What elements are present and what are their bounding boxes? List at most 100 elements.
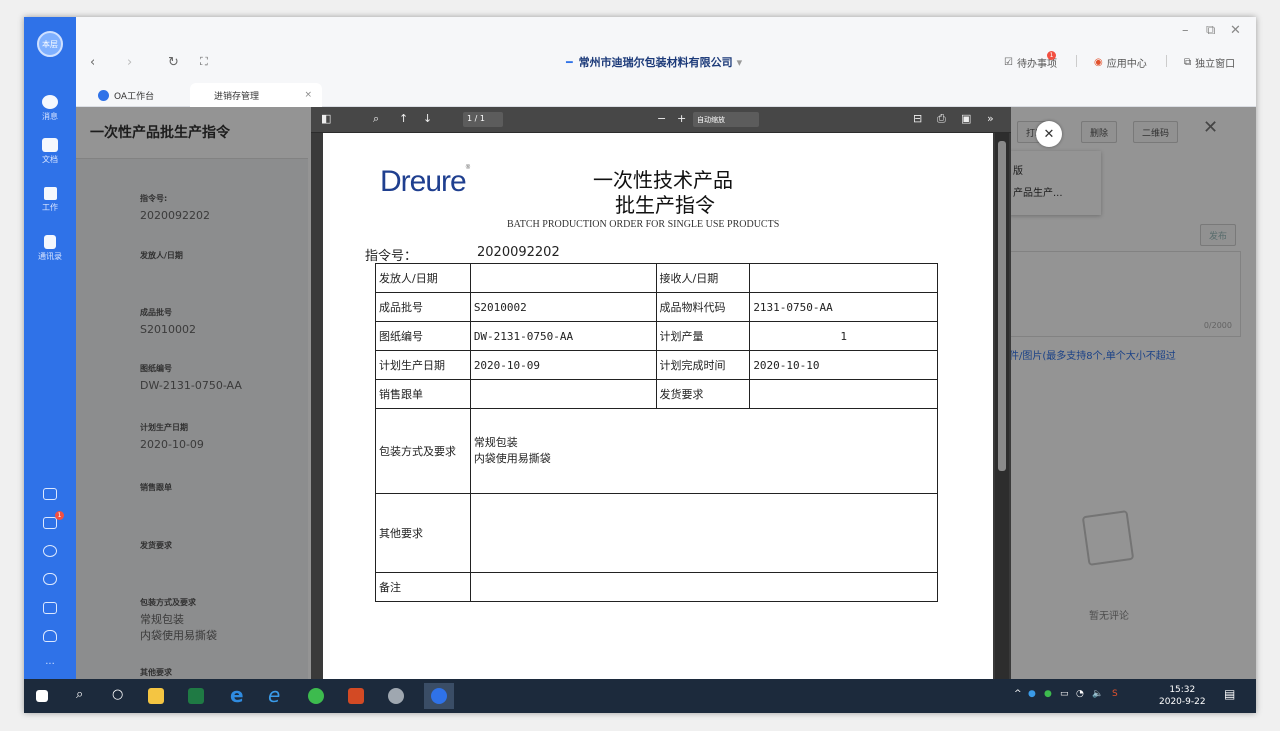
taskbar-clock[interactable]: 15:32 2020-9-22 bbox=[1159, 684, 1206, 708]
rail-flash[interactable] bbox=[24, 545, 76, 557]
oa-icon bbox=[98, 89, 109, 101]
table-row: 发放人/日期 接收人/日期 bbox=[375, 263, 938, 293]
rail-item-work[interactable]: 工作 bbox=[24, 187, 76, 213]
lightning-icon bbox=[43, 545, 57, 557]
table-row: 包装方式及要求 常规包装 内袋使用易撕袋 bbox=[375, 408, 939, 494]
dingtalk-icon[interactable] bbox=[431, 688, 447, 704]
table-row: 计划生产日期 2020-10-09 计划完成时间 2020-10-10 bbox=[375, 350, 938, 380]
close-window-icon[interactable]: ✕ bbox=[1230, 23, 1241, 38]
tray-wifi-icon[interactable]: ◔ bbox=[1076, 689, 1084, 699]
phone-icon bbox=[43, 573, 57, 585]
excel-icon[interactable] bbox=[188, 688, 204, 704]
company-logo-icon: ━ bbox=[566, 56, 573, 69]
download-icon[interactable]: ▣ bbox=[961, 112, 971, 125]
app-center-button[interactable]: ◉ 应用中心 bbox=[1094, 55, 1147, 70]
ie-icon[interactable]: e bbox=[268, 683, 280, 707]
pdf-viewer: ◧ ⌕ ↑ ↓ 1 / 1 − + 自动缩放 ⊟ ⎙ ▣ » Dreure® 一… bbox=[311, 107, 1011, 679]
bag-icon bbox=[43, 630, 57, 642]
task-view-icon[interactable]: ○ bbox=[112, 687, 123, 702]
doc-subtitle: BATCH PRODUCTION ORDER FOR SINGLE USE PR… bbox=[507, 219, 780, 230]
company-selector[interactable]: ━ 常州市迪瑞尔包装材料有限公司 ▾ bbox=[566, 54, 742, 70]
prev-page-icon[interactable]: ↑ bbox=[399, 112, 408, 125]
pdf-scrollbar[interactable] bbox=[995, 133, 1009, 679]
window-icon: ⧉ bbox=[1184, 57, 1192, 68]
app-window: 本层 消息 文档 工作 通讯录 1 ··· ‹ › ↻ ⛶ ━ 常州市迪瑞尔包装… bbox=[24, 17, 1256, 713]
order-table: 发放人/日期 接收人/日期 成品批号 S2010002 成品物料代码 2131-… bbox=[375, 263, 939, 602]
rail-item-messages[interactable]: 消息 bbox=[24, 95, 76, 122]
chat-icon bbox=[42, 95, 58, 109]
table-row: 备注 bbox=[375, 572, 939, 602]
more-icon[interactable]: ··· bbox=[24, 659, 76, 670]
doc-title-2: 批生产指令 bbox=[615, 193, 715, 217]
standalone-window-button[interactable]: ⧉ 独立窗口 bbox=[1184, 55, 1235, 70]
pdf-page: Dreure® 一次性技术产品 批生产指令 BATCH PRODUCTION O… bbox=[323, 133, 993, 679]
tray-network-icon[interactable]: ▭ bbox=[1060, 689, 1069, 699]
title-bar: ‹ › ↻ ⛶ ━ 常州市迪瑞尔包装材料有限公司 ▾ ☑ 待办事项 1 ◉ 应用中心 ⧉… bbox=[76, 17, 1256, 107]
app-icon[interactable] bbox=[388, 688, 404, 704]
close-viewer-icon[interactable]: ✕ bbox=[1036, 121, 1062, 147]
rail-bag[interactable] bbox=[24, 630, 76, 642]
edge-icon[interactable]: e bbox=[230, 683, 244, 707]
document-icon bbox=[42, 138, 58, 152]
search-icon[interactable]: ⌕ bbox=[373, 112, 379, 126]
zoom-out-icon[interactable]: − bbox=[657, 112, 666, 125]
refresh-icon[interactable]: ↻ bbox=[168, 55, 179, 70]
back-icon[interactable]: ‹ bbox=[90, 55, 95, 70]
table-row: 销售跟单 发货要求 bbox=[375, 379, 938, 409]
tray-volume-icon[interactable]: 🔈 bbox=[1092, 689, 1103, 699]
app-rail: 本层 消息 文档 工作 通讯录 1 ··· bbox=[24, 17, 76, 679]
forward-icon[interactable]: › bbox=[127, 55, 132, 70]
divider bbox=[1076, 55, 1077, 67]
todo-badge: 1 bbox=[1047, 51, 1056, 60]
more-tools-icon[interactable]: » bbox=[987, 112, 994, 125]
scroll-thumb[interactable] bbox=[998, 141, 1006, 471]
chevron-down-icon: ▾ bbox=[736, 56, 743, 69]
tab-inventory[interactable]: 进销存管理 × bbox=[190, 83, 322, 107]
windows-start-icon[interactable] bbox=[36, 690, 48, 702]
wechat-icon[interactable] bbox=[308, 688, 324, 704]
sidebar-toggle-icon[interactable]: ◧ bbox=[321, 112, 331, 125]
rail-item-docs[interactable]: 文档 bbox=[24, 138, 76, 165]
print-icon[interactable]: ⎙ bbox=[937, 112, 946, 126]
tasks-badge: 1 bbox=[55, 511, 64, 520]
contacts-icon bbox=[44, 235, 56, 249]
rail-phone[interactable] bbox=[24, 573, 76, 585]
restore-icon[interactable]: ⧉ bbox=[1206, 23, 1215, 38]
next-page-icon[interactable]: ↓ bbox=[423, 112, 432, 125]
order-number: 2020092202 bbox=[477, 245, 560, 260]
tray-chevron-icon[interactable]: ^ bbox=[1014, 689, 1022, 699]
task-check-icon bbox=[43, 517, 57, 529]
table-row: 成品批号 S2010002 成品物料代码 2131-0750-AA bbox=[375, 292, 938, 322]
tray-wechat-icon[interactable]: ● bbox=[1044, 689, 1052, 699]
search-icon[interactable]: ⌕ bbox=[76, 687, 83, 702]
brand-logo: Dreure® bbox=[380, 165, 470, 198]
page-number-input[interactable]: 1 / 1 bbox=[463, 112, 503, 127]
table-row: 图纸编号 DW-2131-0750-AA 计划产量 1 bbox=[375, 321, 938, 351]
order-label: 指令号： bbox=[365, 249, 418, 264]
rail-tasks[interactable] bbox=[24, 517, 76, 529]
present-icon[interactable]: ⊟ bbox=[913, 112, 922, 125]
pdf-toolbar: ◧ ⌕ ↑ ↓ 1 / 1 − + 自动缩放 ⊟ ⎙ ▣ » bbox=[311, 107, 1011, 133]
rail-mail[interactable] bbox=[24, 602, 76, 614]
divider bbox=[1166, 55, 1167, 67]
mail-icon bbox=[43, 602, 57, 614]
user-avatar[interactable]: 本层 bbox=[37, 31, 63, 57]
rail-item-contacts[interactable]: 通讯录 bbox=[24, 235, 76, 262]
close-tab-icon[interactable]: × bbox=[304, 90, 312, 100]
todo-icon: ☑ bbox=[1004, 57, 1013, 68]
tab-oa-workbench[interactable]: OA工作台 bbox=[88, 83, 164, 107]
tray-s-icon[interactable]: S bbox=[1112, 689, 1118, 699]
file-explorer-icon[interactable] bbox=[148, 688, 164, 704]
notification-icon[interactable]: ▤ bbox=[1224, 687, 1235, 701]
fullscreen-icon[interactable]: ⛶ bbox=[200, 55, 208, 69]
zoom-select[interactable]: 自动缩放 bbox=[693, 112, 759, 127]
calendar-icon bbox=[43, 488, 57, 500]
powerpoint-icon[interactable] bbox=[348, 688, 364, 704]
grid-icon bbox=[43, 187, 57, 200]
app-center-icon: ◉ bbox=[1094, 57, 1103, 68]
rail-calendar[interactable] bbox=[24, 488, 76, 500]
zoom-in-icon[interactable]: + bbox=[677, 112, 686, 125]
tray-app-icon[interactable]: ● bbox=[1028, 689, 1036, 699]
packing-value: 常规包装 内袋使用易撕袋 bbox=[469, 408, 939, 494]
minimize-icon[interactable]: – bbox=[1182, 23, 1189, 38]
